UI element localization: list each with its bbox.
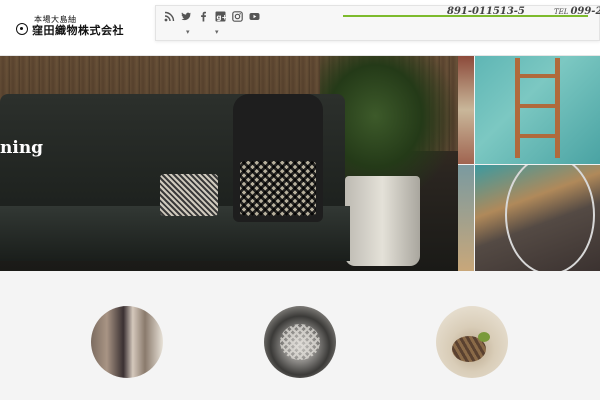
- loom-frame: [515, 58, 560, 158]
- loom-bar: [515, 104, 560, 108]
- feature-image-pattern[interactable]: [264, 306, 336, 378]
- thread-ring: [505, 165, 595, 271]
- weaving-photo-tile: [475, 165, 600, 271]
- phone-number-2-value: 099-254: [570, 6, 600, 17]
- tel-label: TEL: [554, 8, 569, 16]
- loom-bar: [515, 134, 560, 138]
- chevron-down-icon[interactable]: ▾: [215, 29, 221, 36]
- rss-icon[interactable]: [164, 11, 175, 22]
- phone-number-2: TEL099-254: [554, 6, 600, 17]
- pattern-detail: [280, 324, 320, 360]
- hero-main-photo: ning: [0, 56, 458, 271]
- site-logo[interactable]: 本場大島紬 窪田織物株式会社: [16, 14, 126, 38]
- youtube-icon[interactable]: [249, 11, 260, 22]
- feature-image-turtle[interactable]: [436, 306, 508, 378]
- google-plus-icon[interactable]: g+: [215, 11, 228, 22]
- twitter-icon[interactable]: [181, 11, 192, 22]
- social-links: g+: [164, 11, 260, 22]
- svg-text:g+: g+: [217, 14, 227, 22]
- backpack-pattern: [240, 161, 316, 216]
- loom-bar: [515, 74, 560, 78]
- hero-caption: ning: [0, 138, 44, 158]
- logo-mark-icon: [16, 23, 28, 35]
- instagram-icon[interactable]: [232, 11, 243, 22]
- pouch-bag: [160, 174, 218, 216]
- feature-image-fabric[interactable]: [91, 306, 163, 378]
- feature-section: [0, 271, 600, 400]
- photo-tile: [458, 165, 474, 271]
- site-header: 本場大島紬 窪田織物株式会社 g+ ▾ ▾ 891-011513-5 TEL 0…: [0, 0, 600, 56]
- logo-company-name: 窪田織物株式会社: [32, 24, 124, 37]
- turtle-head: [478, 332, 490, 342]
- phone-number-1: 891-011513-5: [447, 6, 525, 17]
- photo-tile: [458, 56, 474, 164]
- facebook-icon[interactable]: [198, 11, 209, 22]
- hero-banner: ning: [0, 56, 600, 271]
- chevron-down-icon[interactable]: ▾: [186, 29, 192, 36]
- plant-pot: [345, 176, 420, 266]
- top-bar: g+ ▾ ▾ 891-011513-5 TEL099-254: [155, 5, 600, 41]
- loom-photo-tile: [475, 56, 600, 164]
